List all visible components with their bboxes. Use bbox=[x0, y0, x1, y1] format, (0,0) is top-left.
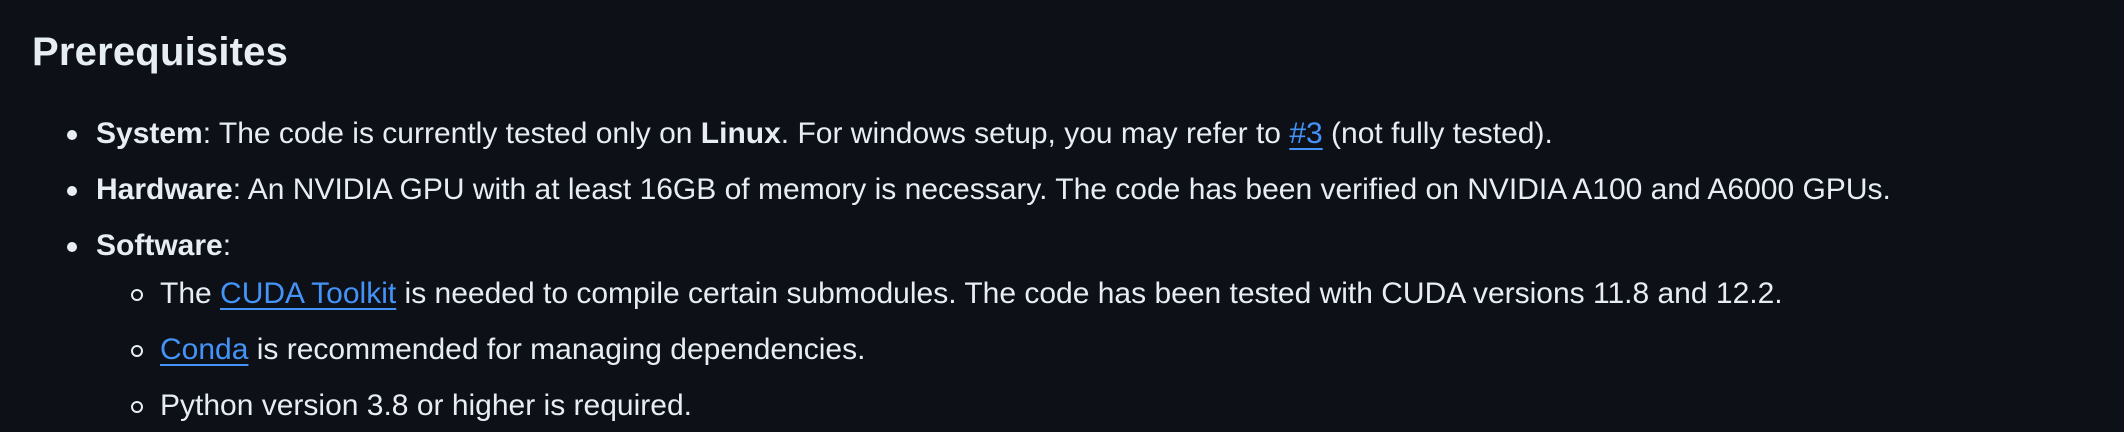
conda-link[interactable]: Conda bbox=[160, 333, 248, 366]
sublist-item-python: Python version 3.8 or higher is required… bbox=[0, 380, 2124, 432]
list-item-system: System: The code is currently tested onl… bbox=[0, 108, 2124, 160]
markdown-body: Prerequisites System: The code is curren… bbox=[0, 0, 2124, 422]
bullet-icon bbox=[67, 242, 77, 252]
prerequisites-list: System: The code is currently tested onl… bbox=[0, 108, 2124, 272]
sublist-item-conda: Conda is recommended for managing depend… bbox=[0, 324, 2124, 376]
software-sublist: The CUDA Toolkit is needed to compile ce… bbox=[0, 268, 2124, 432]
cuda-toolkit-link[interactable]: CUDA Toolkit bbox=[220, 277, 396, 310]
item-text: : The code is currently tested only on bbox=[202, 117, 701, 150]
item-label-hardware: Hardware bbox=[96, 173, 233, 206]
issue-link[interactable]: #3 bbox=[1289, 117, 1322, 150]
bullet-icon bbox=[67, 130, 77, 140]
item-text: is recommended for managing dependencies… bbox=[248, 333, 866, 366]
item-text: (not fully tested). bbox=[1322, 117, 1553, 150]
item-text: : bbox=[222, 229, 232, 262]
item-text: The bbox=[160, 277, 221, 310]
item-label-system: System bbox=[96, 117, 203, 150]
circle-bullet-icon bbox=[131, 345, 143, 357]
list-item-software: Software: bbox=[0, 220, 2124, 272]
list-item-hardware: Hardware: An NVIDIA GPU with at least 16… bbox=[0, 164, 2124, 216]
item-text: is needed to compile certain submodules.… bbox=[396, 277, 1783, 310]
bullet-icon bbox=[67, 186, 77, 196]
item-label-software: Software bbox=[96, 229, 223, 262]
circle-bullet-icon bbox=[131, 401, 143, 413]
item-text: : An NVIDIA GPU with at least 16GB of me… bbox=[232, 173, 1891, 206]
item-text: . For windows setup, you may refer to bbox=[780, 117, 1290, 150]
os-name: Linux bbox=[700, 117, 781, 150]
section-heading: Prerequisites bbox=[32, 30, 289, 74]
circle-bullet-icon bbox=[131, 289, 143, 301]
item-text: Python version 3.8 or higher is required… bbox=[160, 389, 692, 422]
sublist-item-cuda: The CUDA Toolkit is needed to compile ce… bbox=[0, 268, 2124, 320]
